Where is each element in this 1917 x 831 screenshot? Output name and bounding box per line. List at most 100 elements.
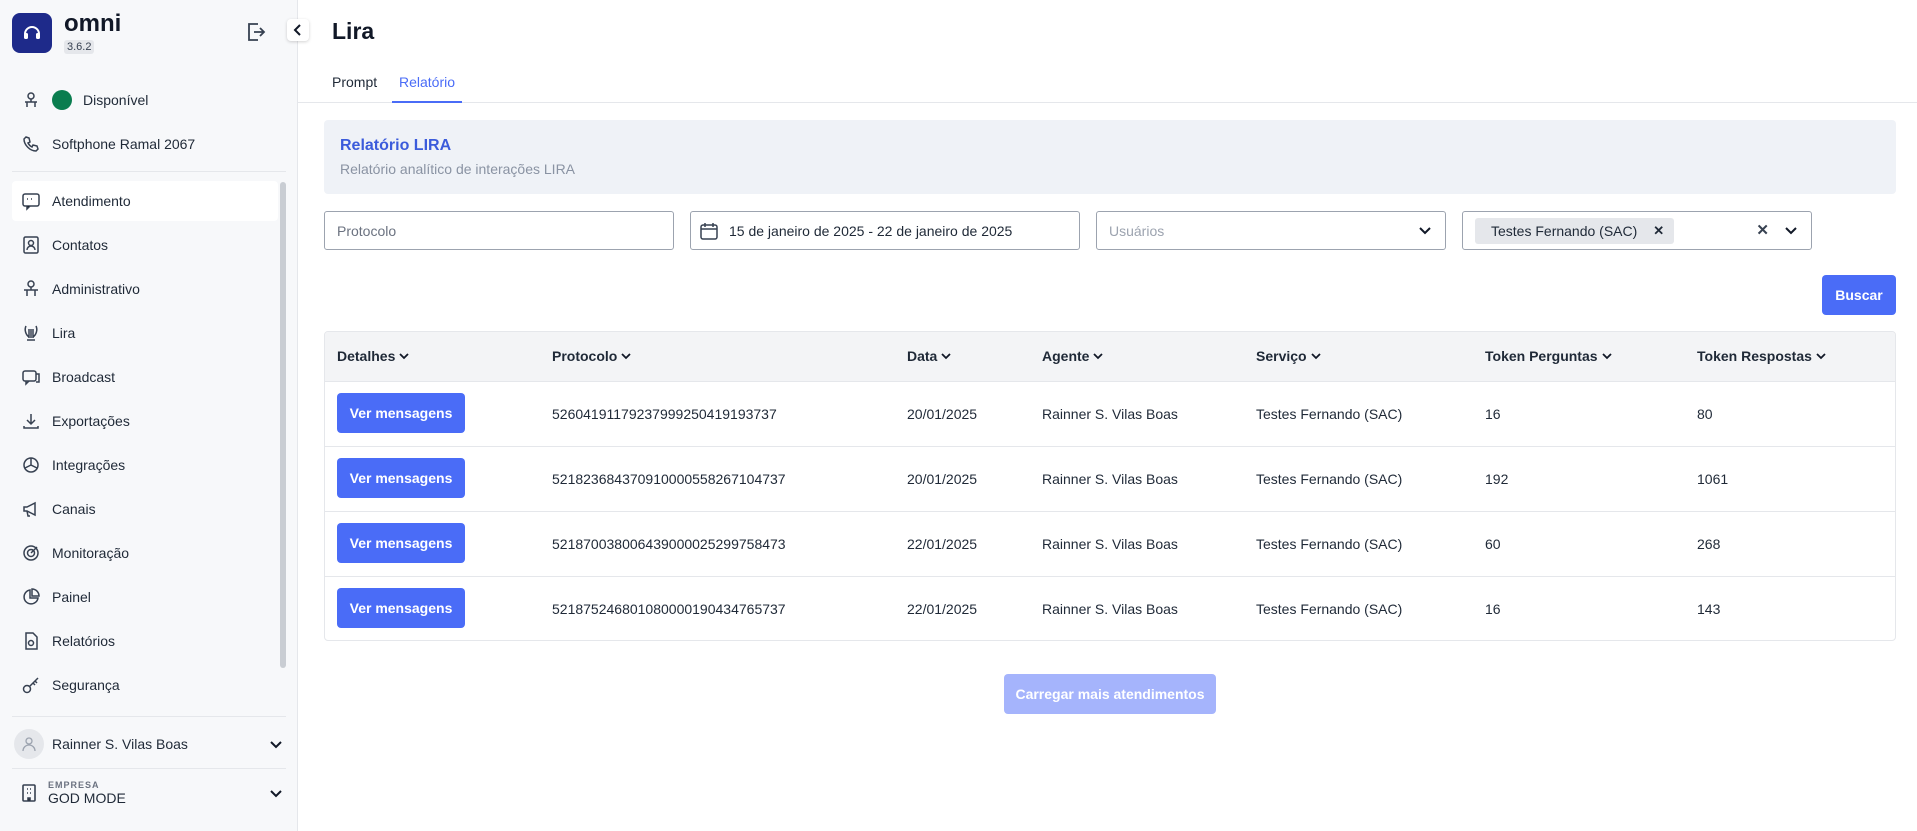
column-header-label: Data <box>907 348 938 364</box>
tab-bar: Prompt Relatório <box>298 68 1917 103</box>
column-header-agente[interactable]: Agente <box>1042 348 1104 364</box>
phone-icon <box>20 133 42 155</box>
broadcast-icon <box>20 366 42 388</box>
sidebar-item-label: Broadcast <box>52 369 116 385</box>
protocol-field <box>324 211 674 250</box>
sidebar-item-painel[interactable]: Painel <box>12 577 278 617</box>
softphone[interactable]: Softphone Ramal 2067 <box>20 130 195 158</box>
sidebar-item-integracoes[interactable]: Integrações <box>12 445 278 485</box>
sidebar-scrollbar[interactable] <box>280 182 286 668</box>
column-header-label: Token Respostas <box>1697 348 1812 364</box>
headset-icon <box>24 26 40 39</box>
user-icon <box>22 737 36 752</box>
sidebar-item-label: Atendimento <box>52 193 131 209</box>
cell-agente: Rainner S. Vilas Boas <box>1042 601 1178 617</box>
sidebar-item-broadcast[interactable]: Broadcast <box>12 357 278 397</box>
lyre-icon <box>20 322 42 344</box>
sidebar-item-relatorios[interactable]: Relatórios <box>12 621 278 661</box>
pie-chart-icon <box>20 586 42 608</box>
sidebar: omni 3.6.2 Disponível Softphone Ramal 20… <box>0 0 298 831</box>
view-messages-button[interactable]: Ver mensagens <box>337 588 465 628</box>
column-header-data[interactable]: Data <box>907 348 952 364</box>
sidebar-item-lira[interactable]: Lira <box>12 313 278 353</box>
cell-token-perguntas: 16 <box>1485 406 1501 422</box>
sidebar-item-label: Administrativo <box>52 281 140 297</box>
table-row: Ver mensagens 521875246801080000190434765… <box>325 577 1895 640</box>
sidebar-item-contatos[interactable]: Contatos <box>12 225 278 265</box>
calendar-icon <box>700 222 718 240</box>
date-range-picker[interactable]: 15 de janeiro de 2025 - 22 de janeiro de… <box>690 211 1080 250</box>
sidebar-item-canais[interactable]: Canais <box>12 489 278 529</box>
view-messages-button[interactable]: Ver mensagens <box>337 393 465 433</box>
sidebar-nav: Atendimento Contatos Administrativo Lira Bro… <box>12 181 278 709</box>
cell-agente: Rainner S. Vilas Boas <box>1042 536 1178 552</box>
table-row: Ver mensagens 521823684370910000558267104… <box>325 447 1895 512</box>
column-header-protocolo[interactable]: Protocolo <box>552 348 632 364</box>
app-logo <box>12 13 52 53</box>
clear-selection-icon[interactable]: ✕ <box>1756 221 1769 239</box>
load-more-button[interactable]: Carregar mais atendimentos <box>1004 674 1216 714</box>
tab-prompt[interactable]: Prompt <box>325 70 384 101</box>
logout-icon[interactable] <box>244 20 268 44</box>
admin-icon <box>20 278 42 300</box>
report-icon <box>20 630 42 652</box>
cell-token-perguntas: 60 <box>1485 536 1501 552</box>
sidebar-item-administrativo[interactable]: Administrativo <box>12 269 278 309</box>
divider <box>12 716 286 717</box>
company-label: EMPRESA <box>48 780 100 790</box>
app-name: omni <box>64 10 122 37</box>
search-button[interactable]: Buscar <box>1822 275 1896 315</box>
divider <box>12 768 286 769</box>
chat-icon <box>20 190 42 212</box>
key-icon <box>20 674 42 696</box>
collapse-sidebar-button[interactable] <box>287 19 309 41</box>
chevron-down-icon <box>1093 353 1104 360</box>
users-select[interactable]: Usuários <box>1096 211 1446 250</box>
sidebar-item-label: Canais <box>52 501 96 517</box>
cell-servico: Testes Fernando (SAC) <box>1256 471 1403 487</box>
column-header-token-respostas[interactable]: Token Respostas <box>1697 348 1827 364</box>
view-messages-button[interactable]: Ver mensagens <box>337 523 465 563</box>
chevron-down-icon <box>1419 227 1431 235</box>
integration-icon <box>20 454 42 476</box>
building-icon <box>22 784 36 802</box>
sidebar-item-label: Monitoração <box>52 545 130 561</box>
service-select[interactable]: Testes Fernando (SAC) ✕ ✕ <box>1462 211 1812 250</box>
company-selector[interactable]: EMPRESA GOD MODE <box>20 776 284 810</box>
cell-token-perguntas: 192 <box>1485 471 1509 487</box>
sidebar-item-atendimento[interactable]: Atendimento <box>12 181 278 221</box>
sidebar-item-label: Painel <box>52 589 91 605</box>
status-desk-icon <box>20 89 42 111</box>
chevron-down-icon[interactable] <box>1783 222 1799 238</box>
sidebar-item-label: Segurança <box>52 677 120 693</box>
column-header-detalhes[interactable]: Detalhes <box>337 348 410 364</box>
divider <box>12 171 286 172</box>
megaphone-icon <box>20 498 42 520</box>
sidebar-item-seguranca[interactable]: Segurança <box>12 665 278 705</box>
tab-relatorio[interactable]: Relatório <box>392 70 463 103</box>
users-placeholder: Usuários <box>1109 222 1165 239</box>
app-version: 3.6.2 <box>64 40 95 54</box>
download-icon <box>20 410 42 432</box>
remove-chip-icon[interactable]: ✕ <box>1653 223 1664 239</box>
cell-protocolo: 52604191179237999250419193737 <box>552 406 777 422</box>
sidebar-item-exportacoes[interactable]: Exportações <box>12 401 278 441</box>
cell-data: 22/01/2025 <box>907 536 978 552</box>
column-header-servico[interactable]: Serviço <box>1256 348 1322 364</box>
status-label: Disponível <box>83 92 149 108</box>
cell-token-respostas: 268 <box>1697 536 1721 552</box>
user-menu[interactable]: Rainner S. Vilas Boas <box>14 729 284 759</box>
column-header-token-perguntas[interactable]: Token Perguntas <box>1485 348 1613 364</box>
cell-token-respostas: 1061 <box>1697 471 1729 487</box>
agent-status[interactable]: Disponível <box>20 86 148 114</box>
sidebar-item-monitoracao[interactable]: Monitoração <box>12 533 278 573</box>
contact-card-icon <box>20 234 42 256</box>
softphone-label: Softphone Ramal 2067 <box>52 136 196 152</box>
sidebar-item-label: Contatos <box>52 237 109 253</box>
protocol-input[interactable] <box>325 222 673 239</box>
cell-data: 22/01/2025 <box>907 601 978 617</box>
page-title: Lira <box>332 18 375 44</box>
chevron-down-icon <box>1601 353 1612 360</box>
view-messages-button[interactable]: Ver mensagens <box>337 458 465 498</box>
service-chip: Testes Fernando (SAC) ✕ <box>1475 217 1675 244</box>
